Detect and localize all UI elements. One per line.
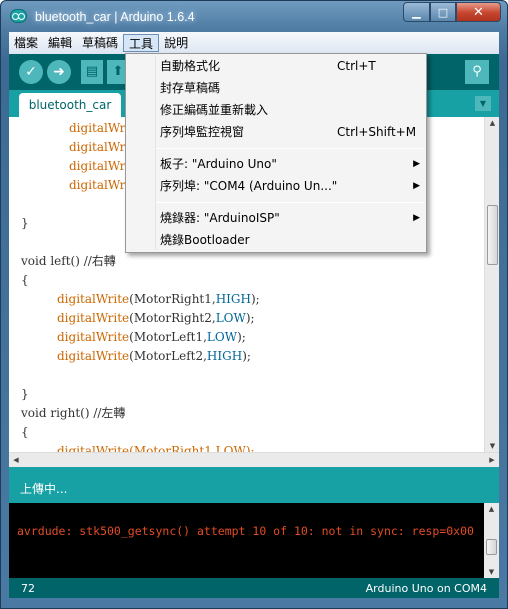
line-number: 72 (21, 582, 35, 595)
code-token: digitalWrite (57, 292, 130, 306)
code-line: { (21, 273, 29, 287)
scroll-down-icon[interactable]: ▼ (485, 440, 499, 452)
code-token: HIGH (215, 292, 251, 306)
code-line: { (21, 425, 29, 439)
new-sketch-button[interactable]: ▤ (81, 60, 103, 84)
scroll-down-icon[interactable]: ▼ (484, 566, 499, 578)
status-bar: 上傳中... (9, 467, 499, 503)
code-line: digitalWrite(MotorRight1,LOW); (57, 444, 255, 452)
menu-item-shortcut: Ctrl+T (337, 59, 376, 73)
code-line: digitalWrite(MotorRight1,HIGH); (57, 290, 260, 309)
window-controls: ▁ □ ✕ (403, 2, 501, 22)
scroll-right-icon[interactable]: ▶ (485, 454, 499, 467)
upload-status: 上傳中... (20, 482, 68, 496)
code-token: LOW (215, 311, 246, 325)
submenu-arrow-icon: ▶ (413, 181, 420, 191)
code-token: digitalWrite (57, 311, 130, 325)
code-token: digitalWrite (57, 330, 130, 344)
menu-item-label: 封存草稿碼 (160, 81, 221, 95)
scroll-up-icon[interactable]: ▲ (485, 117, 499, 129)
code-line: } (21, 387, 29, 401)
verify-button[interactable]: ✓ (19, 60, 43, 84)
code-line-left-decl: void left() //右轉 (21, 254, 116, 268)
menu-help[interactable]: 說明 (159, 34, 193, 52)
menu-bar: 檔案 編輯 草稿碼 工具 說明 (9, 32, 499, 54)
console-error-text: avrdude: stk500_getsync() attempt 10 of … (17, 524, 474, 538)
code-token: LOW (206, 330, 238, 344)
scroll-thumb[interactable] (487, 205, 498, 265)
menu-item-label: 自動格式化 (160, 59, 221, 73)
menu-sketch[interactable]: 草稿碼 (77, 34, 123, 52)
menu-item-board[interactable]: 板子: "Arduino Uno" ▶ (127, 153, 425, 175)
menu-item-programmer[interactable]: 燒錄器: "ArduinoISP" ▶ (127, 207, 425, 229)
menu-item-label: 序列埠: "COM4 (Arduino Un..." (160, 179, 338, 193)
upload-button[interactable]: ➜ (47, 60, 71, 84)
code-token: (MotorRight1, (129, 292, 216, 306)
menu-edit[interactable]: 編輯 (43, 34, 77, 52)
menu-item-auto-format[interactable]: 自動格式化 Ctrl+T (127, 55, 425, 77)
editor-vertical-scrollbar[interactable]: ▲ ▼ (484, 117, 499, 452)
code-token: ); (245, 311, 255, 325)
editor-horizontal-scrollbar[interactable]: ◀ ▶ (9, 452, 499, 467)
menu-item-archive-sketch[interactable]: 封存草稿碼 (127, 77, 425, 99)
serial-monitor-button[interactable]: ⚲ (465, 60, 489, 84)
console-scrollbar[interactable]: ▲ ▼ (484, 503, 499, 578)
code-line: digitalWrite(MotorLeft1,LOW); (57, 328, 246, 347)
code-token: ); (237, 330, 246, 344)
scroll-up-icon[interactable]: ▲ (484, 503, 499, 515)
code-line: digitalWrite(MotorLeft2,HIGH); (57, 347, 251, 366)
code-line: } (21, 216, 29, 230)
menu-tools[interactable]: 工具 (123, 34, 160, 52)
menu-item-label: 板子: "Arduino Uno" (160, 157, 277, 171)
tab-menu-button[interactable]: ▼ (475, 96, 491, 111)
menu-item-label: 修正編碼並重新載入 (160, 103, 269, 117)
title-bar[interactable]: bluetooth_car | Arduino 1.6.4 ▁ □ ✕ (1, 1, 507, 31)
menu-item-fix-encoding[interactable]: 修正編碼並重新載入 (127, 99, 425, 121)
menu-item-port[interactable]: 序列埠: "COM4 (Arduino Un..." ▶ (127, 175, 425, 197)
code-line-right-decl: void right() //左轉 (21, 406, 126, 420)
menu-item-label: 燒錄Bootloader (160, 233, 250, 247)
menu-item-burn-bootloader[interactable]: 燒錄Bootloader (127, 229, 425, 251)
menu-item-shortcut: Ctrl+Shift+M (337, 125, 417, 139)
footer-bar: 72 Arduino Uno on COM4 (9, 578, 499, 598)
console-output[interactable]: avrdude: stk500_getsync() attempt 10 of … (9, 503, 499, 578)
menu-separator (156, 202, 424, 203)
menu-separator (156, 148, 424, 149)
maximize-button[interactable]: □ (430, 2, 456, 22)
board-port-info: Arduino Uno on COM4 (365, 582, 487, 595)
code-token: digitalWrite (57, 349, 130, 363)
code-token: HIGH (206, 349, 243, 363)
scroll-thumb[interactable] (486, 539, 497, 555)
close-button[interactable]: ✕ (456, 2, 501, 22)
code-token: (MotorLeft2, (129, 349, 207, 363)
submenu-arrow-icon: ▶ (413, 213, 420, 223)
menu-item-serial-monitor[interactable]: 序列埠監控視窗 Ctrl+Shift+M (127, 121, 425, 143)
window-title: bluetooth_car | Arduino 1.6.4 (35, 10, 195, 24)
code-token: ); (242, 349, 251, 363)
scroll-left-icon[interactable]: ◀ (9, 454, 23, 467)
code-line: digitalWrite(MotorRight2,LOW); (57, 309, 255, 328)
code-token: (MotorLeft1, (129, 330, 207, 344)
minimize-button[interactable]: ▁ (403, 2, 430, 22)
code-token: ); (250, 292, 260, 306)
tab-bluetooth-car[interactable]: bluetooth_car (19, 93, 121, 117)
submenu-arrow-icon: ▶ (413, 159, 420, 169)
code-token: (MotorRight2, (129, 311, 216, 325)
arduino-logo-icon (10, 9, 27, 23)
menu-item-label: 序列埠監控視窗 (160, 125, 245, 139)
menu-file[interactable]: 檔案 (9, 34, 43, 52)
menu-item-label: 燒錄器: "ArduinoISP" (160, 211, 280, 225)
tools-dropdown-menu: 自動格式化 Ctrl+T 封存草稿碼 修正編碼並重新載入 序列埠監控視窗 Ctr… (125, 53, 427, 253)
